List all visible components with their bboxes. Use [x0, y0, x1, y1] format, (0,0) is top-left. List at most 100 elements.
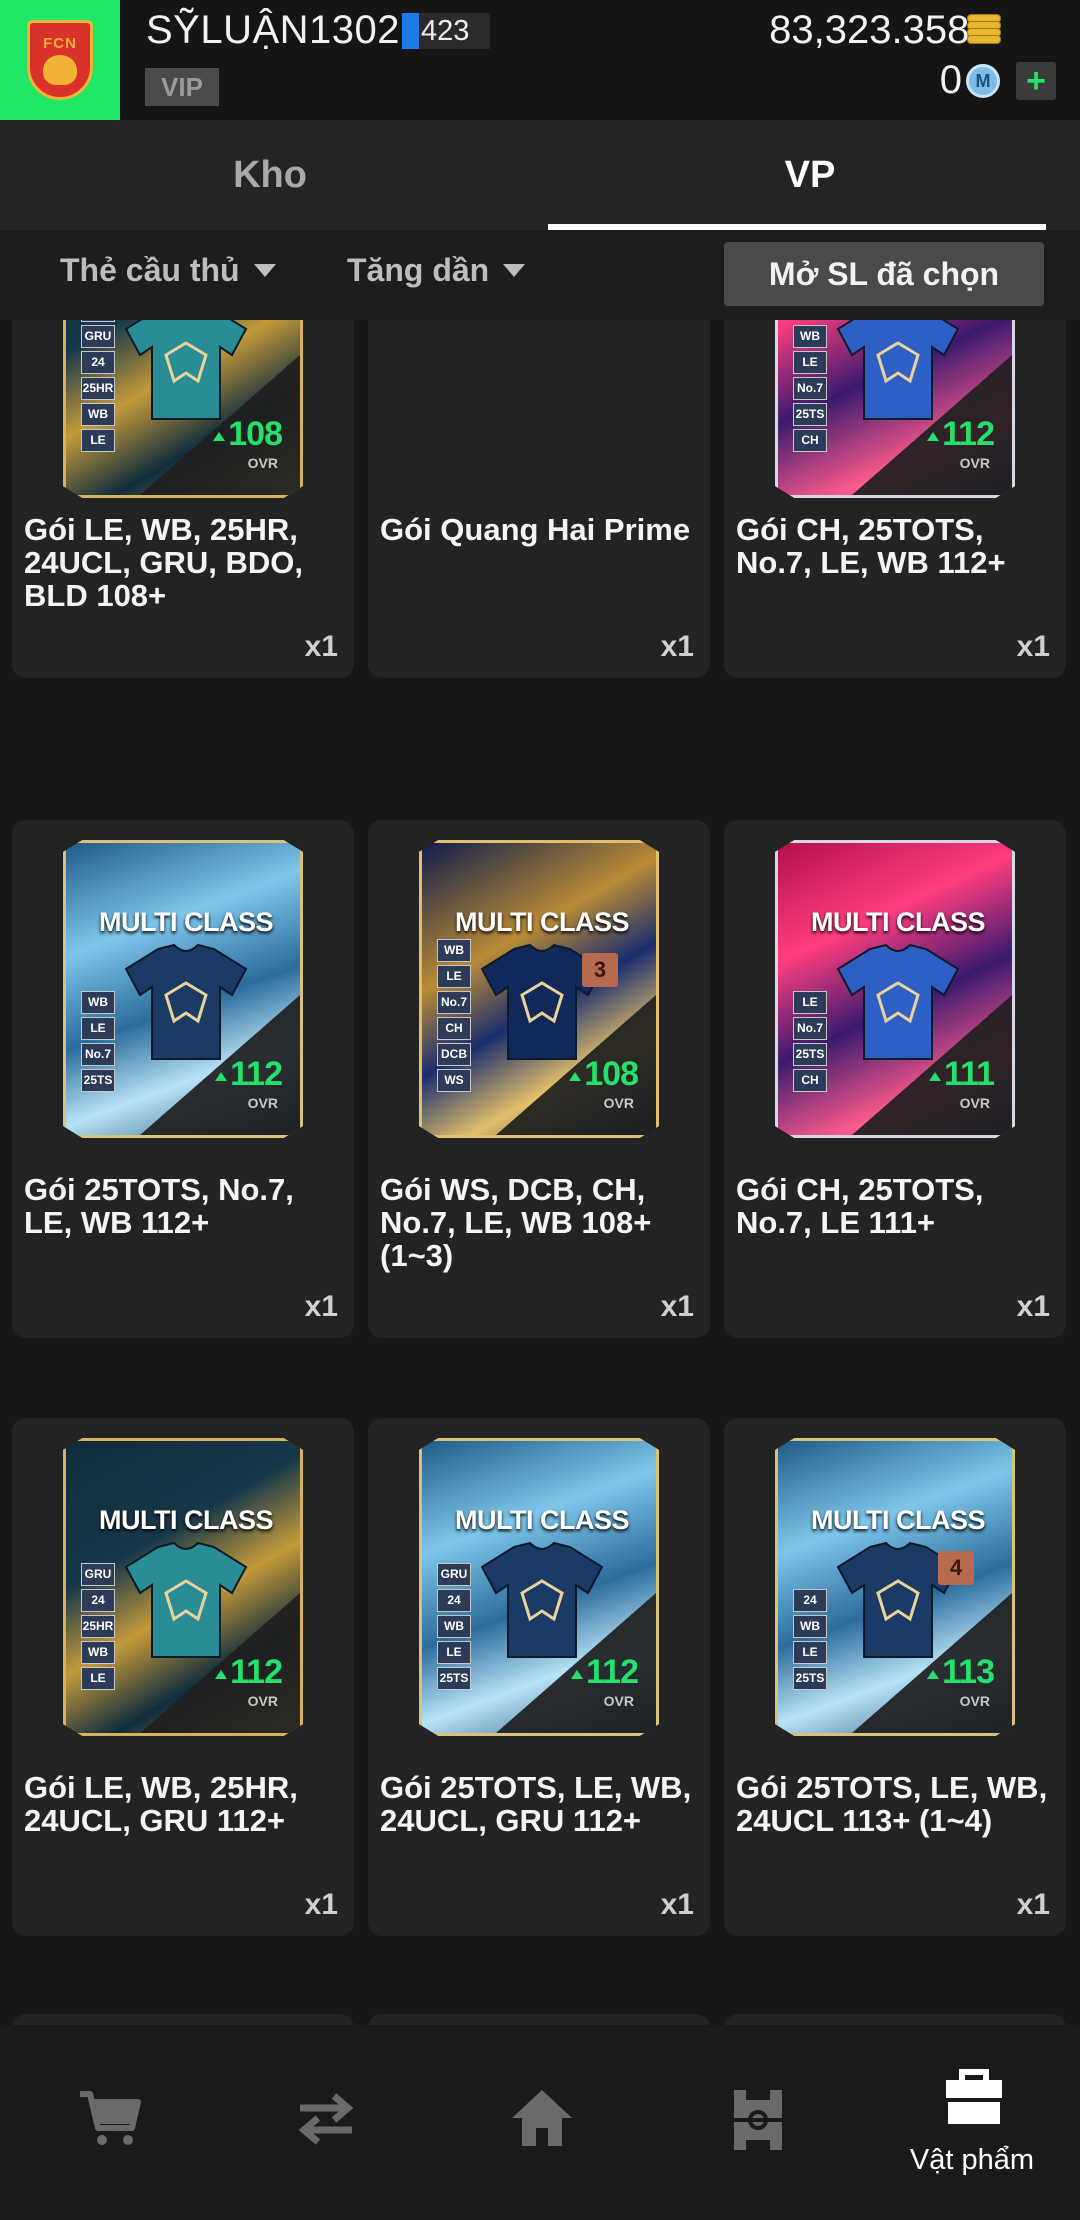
class-tag: WB — [81, 403, 115, 426]
item-card[interactable]: Gói Quang Hai Prime x1 — [368, 320, 710, 678]
pack-name: Gói 25TOTS, LE, WB, 24UCL 113+ (1~4) — [736, 1770, 1048, 1838]
add-currency-button[interactable]: + — [1016, 62, 1056, 100]
pack-name: Gói 25TOTS, No.7, LE, WB 112+ — [24, 1172, 294, 1240]
class-tag: DCB — [437, 1043, 471, 1066]
class-tag: CH — [793, 1069, 827, 1092]
pack-card-art: MULTI CLASS 3 WB LE No.7 CH DCB WS 108 OVR — [419, 840, 659, 1138]
item-card[interactable] — [368, 2014, 710, 2025]
pack-quantity: x1 — [1016, 1290, 1050, 1323]
sort-dropdown[interactable]: Tăng dần — [347, 252, 526, 289]
ovr-value: 112 — [215, 1653, 283, 1692]
transfer-icon — [298, 2093, 354, 2145]
card-title: MULTI CLASS — [811, 907, 985, 937]
nav-transfer[interactable] — [216, 2026, 432, 2220]
class-tag: LE — [81, 1017, 115, 1040]
card-title: MULTI CLASS — [811, 1505, 985, 1535]
ovr-value: 112 — [927, 415, 995, 454]
cart-icon — [80, 2091, 141, 2145]
item-card[interactable]: MULTI CLASS 4 24 WB LE 25TS 113 OVR Gói 25TOTS, … — [724, 1418, 1066, 1936]
pack-name: Gói LE, WB, 25HR, 24UCL, GRU 112+ — [24, 1770, 298, 1838]
class-tag: 25TS — [793, 1043, 827, 1066]
top-header: FCN SỸLUẬN1302 423 VIP 83,323.358B 0 M + — [0, 0, 1080, 120]
ovr-label: OVR — [959, 1693, 990, 1709]
class-tags: WB LE No.7 25TS CH — [793, 325, 827, 455]
nav-home[interactable] — [432, 2026, 648, 2220]
club-logo[interactable]: FCN — [0, 0, 120, 120]
tab-vp[interactable]: VP — [540, 120, 1080, 230]
ovr-value: 111 — [929, 1055, 995, 1094]
class-tag: 24 — [81, 1589, 115, 1612]
ovr-label: OVR — [247, 1693, 278, 1709]
item-card[interactable] — [12, 2014, 354, 2025]
class-tag: WB — [793, 1615, 827, 1638]
card-title: MULTI CLASS — [99, 1505, 273, 1535]
class-tag: 25TS — [793, 403, 827, 426]
class-tag: GRU — [437, 1563, 471, 1586]
class-tags: GRU 24 WB LE 25TS — [437, 1563, 471, 1693]
pack-quantity: x1 — [660, 630, 694, 663]
item-card[interactable]: MULTI CLASS LE No.7 25TS CH 111 OVR Gói CH, 25T… — [724, 820, 1066, 1338]
pack-count-badge: 3 — [582, 953, 618, 987]
item-card[interactable]: MULTI CLASS GRU 24 25HR WB LE 112 OVR Gói LE, WB… — [12, 1418, 354, 1936]
nav-squad[interactable] — [648, 2026, 864, 2220]
ovr-value: 112 — [215, 1055, 283, 1094]
class-tag: 25TS — [81, 1069, 115, 1092]
pack-name: Gói CH, 25TOTS, No.7, LE 111+ — [736, 1172, 984, 1240]
class-tag: No.7 — [793, 1017, 827, 1040]
class-tag: 25TS — [437, 1667, 471, 1690]
pack-name: Gói WS, DCB, CH, No.7, LE, WB 108+ (1~3) — [380, 1172, 652, 1273]
filter-bar: Thẻ cầu thủ Tăng dần Mở SL đã chọn — [0, 230, 1080, 320]
nav-items[interactable]: Vật phẩm — [864, 2026, 1080, 2220]
card-title: MULTI CLASS — [455, 1505, 629, 1535]
nav-shop[interactable] — [0, 2026, 216, 2220]
class-tag: LE — [81, 429, 115, 452]
class-tag: 25HR — [81, 377, 115, 400]
pack-card-art: MULTI CLASSBLDBDOGRU2425HRWBLE108OVR — [63, 320, 303, 498]
open-selected-button[interactable]: Mở SL đã chọn — [724, 242, 1044, 306]
ovr-label: OVR — [959, 1095, 990, 1111]
ovr-label: OVR — [959, 455, 990, 471]
level-bar — [402, 13, 419, 49]
type-filter-dropdown[interactable]: Thẻ cầu thủ — [60, 252, 276, 289]
level-value: 423 — [421, 14, 470, 47]
club-logo-text: FCN — [43, 35, 77, 52]
class-tags: 24 WB LE 25TS — [793, 1589, 827, 1693]
class-tag: WB — [81, 991, 115, 1014]
item-card[interactable]: MULTI CLASSBLDBDOGRU2425HRWBLE108OVRGói … — [12, 320, 354, 678]
class-tag: BDO — [81, 320, 115, 322]
ovr-label: OVR — [603, 1693, 634, 1709]
class-tag: 25HR — [81, 1615, 115, 1638]
tab-kho[interactable]: Kho — [0, 120, 540, 230]
class-tag: LE — [437, 965, 471, 988]
ovr-value: 113 — [927, 1653, 995, 1692]
ovr-label: OVR — [603, 1095, 634, 1111]
class-tag: GRU — [81, 325, 115, 348]
item-card[interactable]: MULTI CLASS GRU 24 WB LE 25TS 112 OVR Gói 25TOTS… — [368, 1418, 710, 1936]
class-tags: LE No.7 25TS CH — [793, 991, 827, 1095]
class-tag: WB — [81, 1641, 115, 1664]
pack-quantity: x1 — [1016, 1888, 1050, 1921]
caret-down-icon — [503, 264, 526, 277]
ovr-value: 108 — [569, 1055, 639, 1094]
pack-card-art: MULTI CLASS WB LE No.7 25TS 112 OVR — [63, 840, 303, 1138]
item-card[interactable]: MULTI CLASS WB LE No.7 25TS 112 OVR Gói 25TOTS,… — [12, 820, 354, 1338]
vip-badge[interactable]: VIP — [145, 68, 219, 106]
caret-down-icon — [253, 264, 276, 277]
home-icon — [512, 2090, 572, 2146]
item-card[interactable]: MULTI CLASSWBLENo.725TSCH112OVRGói CH, 2… — [724, 320, 1066, 678]
pack-card-art: MULTI CLASS GRU 24 WB LE 25TS 112 OVR — [419, 1438, 659, 1736]
item-card[interactable]: MULTI CLASS 3 WB LE No.7 CH DCB WS 108 OVR Gói WS,… — [368, 820, 710, 1338]
coin-balance: 83,323.358B — [769, 8, 996, 52]
sort-label: Tăng dần — [347, 252, 490, 288]
class-tags: BLDBDOGRU2425HRWBLE — [81, 320, 115, 455]
card-title: MULTI CLASS — [99, 907, 273, 937]
class-tag: 25TS — [793, 1667, 827, 1690]
class-tag: No.7 — [437, 991, 471, 1014]
bag-icon — [946, 2069, 1002, 2124]
club-crest-icon: FCN — [27, 20, 93, 100]
class-tags: WB LE No.7 25TS — [81, 991, 115, 1095]
class-tag: 24 — [81, 351, 115, 374]
class-tags: GRU 24 25HR WB LE — [81, 1563, 115, 1693]
pack-quantity: x1 — [660, 1290, 694, 1323]
item-card[interactable] — [724, 2014, 1066, 2025]
